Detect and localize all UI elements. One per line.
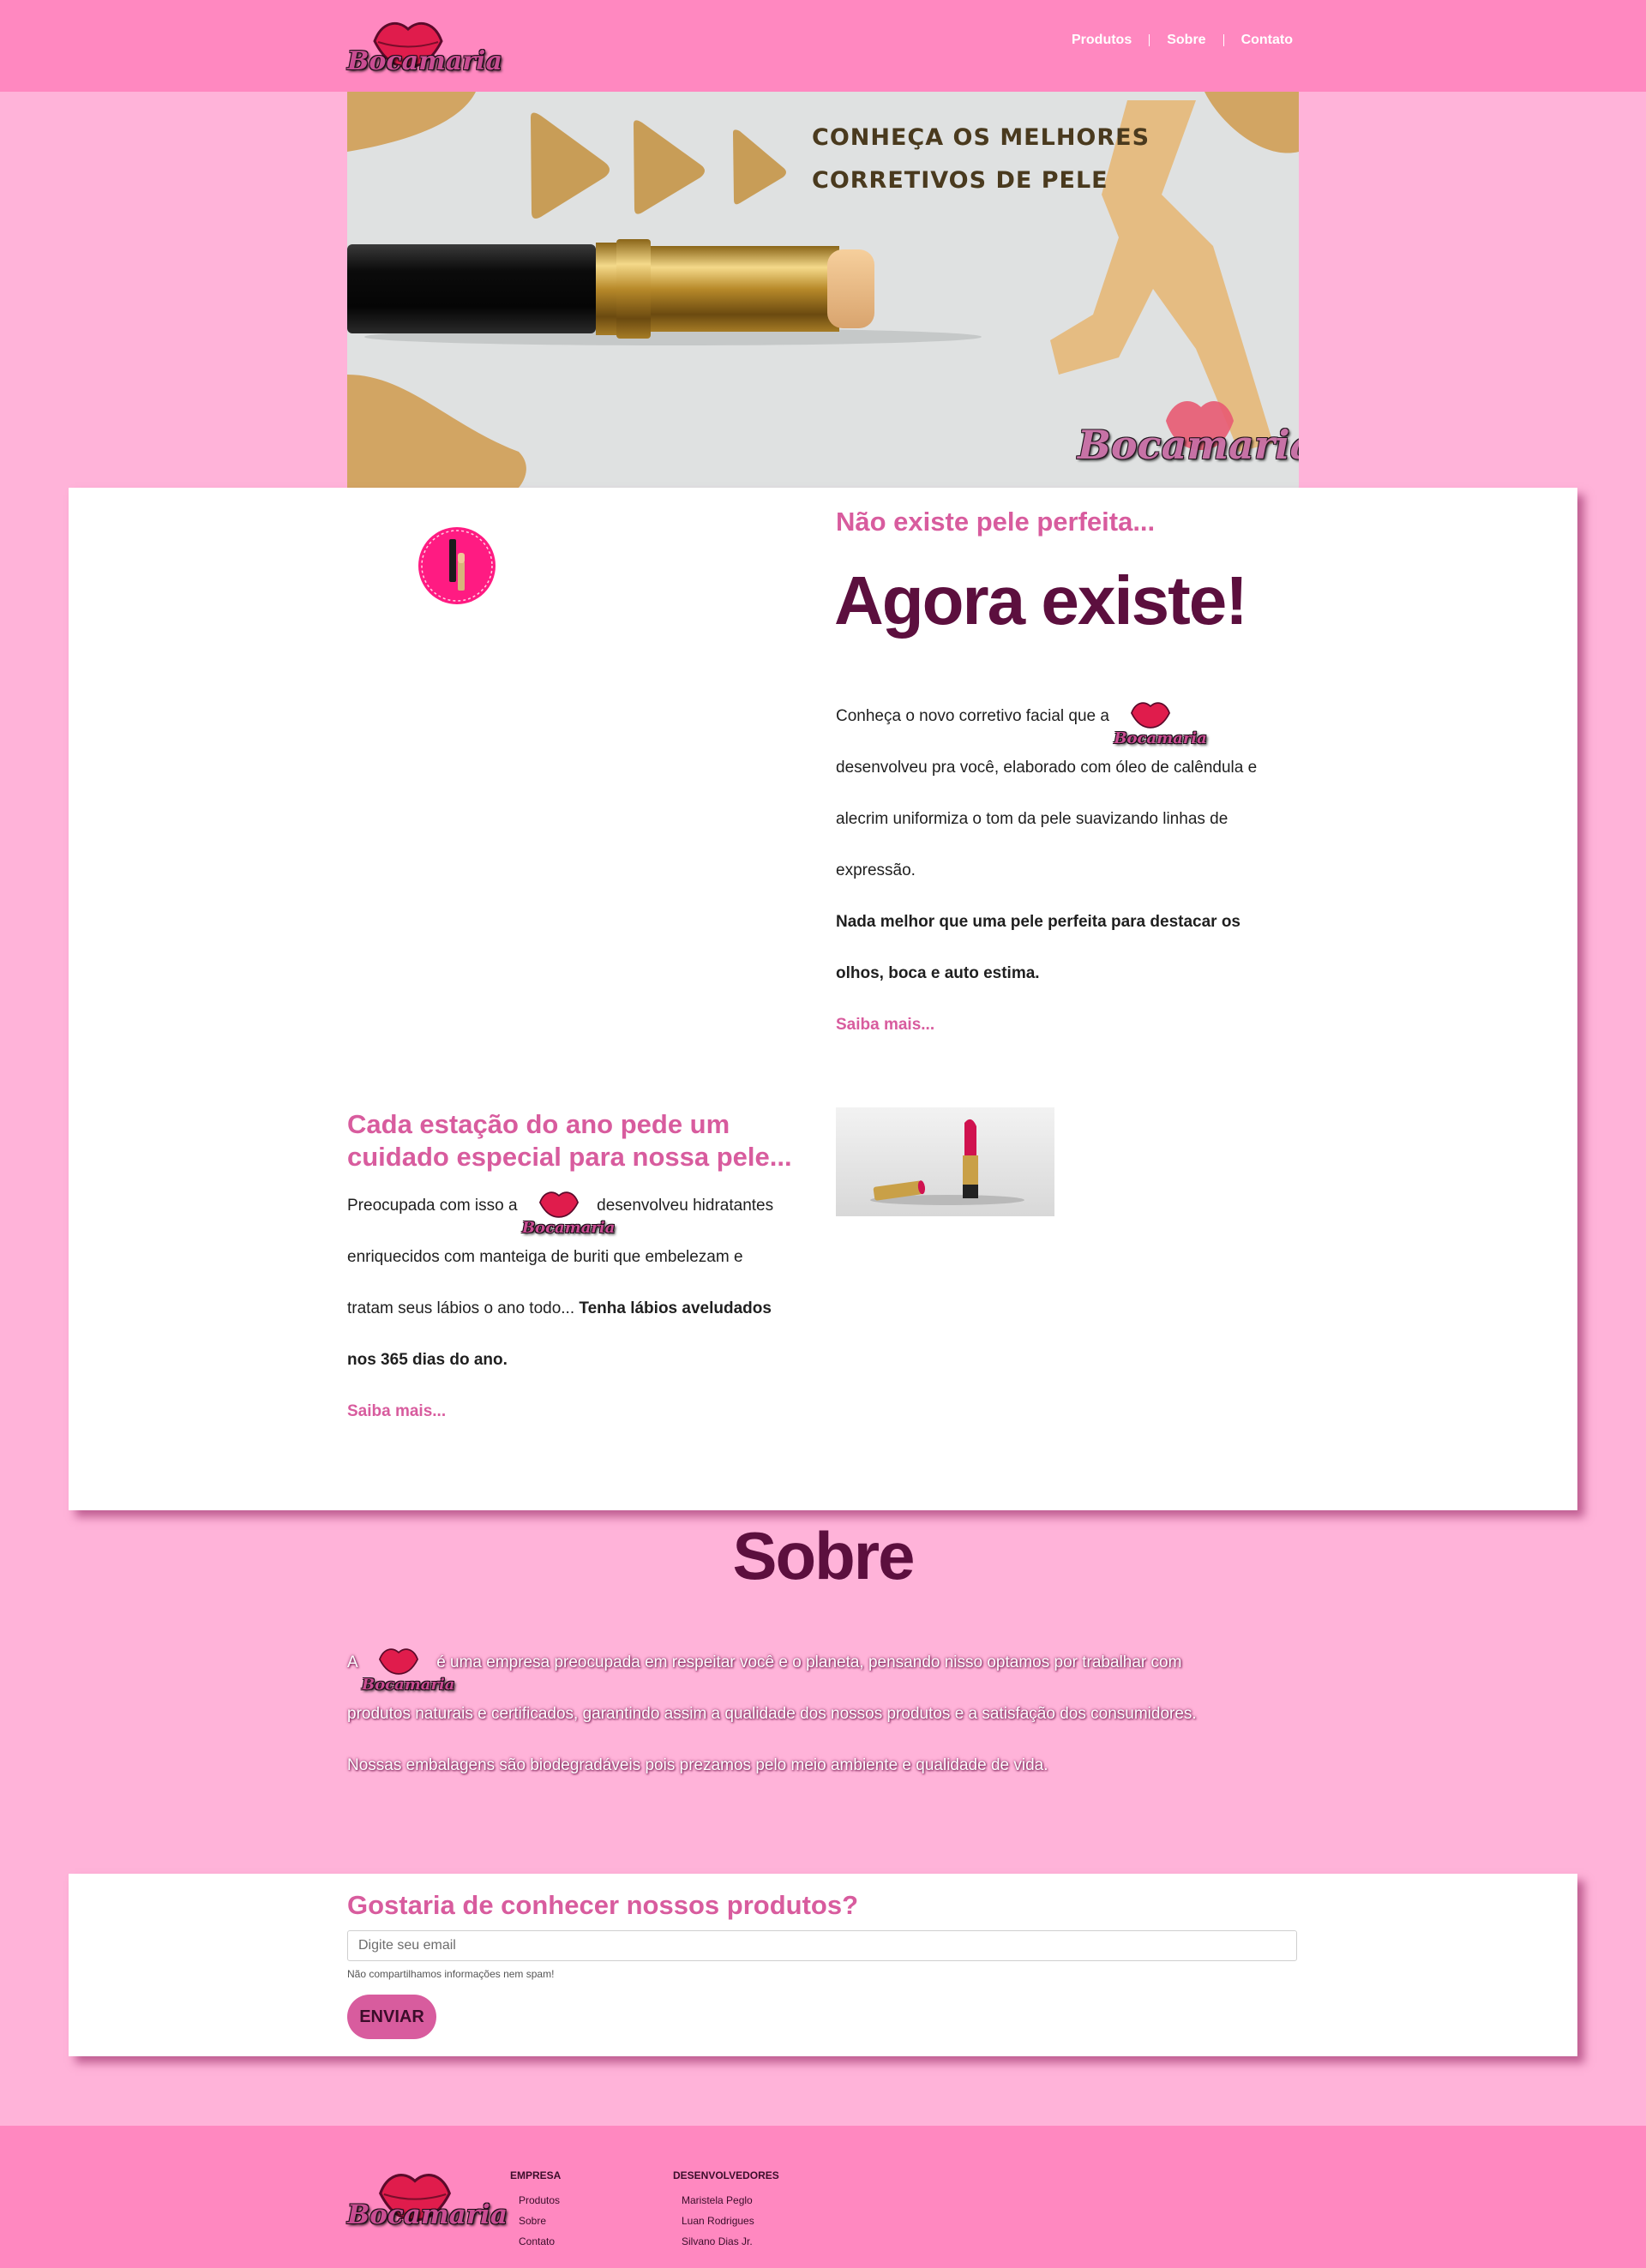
logo[interactable]: Bocamaria (347, 17, 502, 76)
products-card: Não existe pele perfeita... Agora existe… (69, 488, 1577, 1510)
banner-headline-2: CORRETIVOS DE PELE (812, 167, 1108, 194)
footer-dev-3[interactable]: Silvano Dias Jr. (682, 2235, 753, 2247)
intro-line-2: alecrim uniformiza o tom da pele suaviza… (836, 810, 1228, 828)
inline-logo: Bocamaria (522, 1189, 615, 1237)
footer-link-contato[interactable]: Contato (519, 2235, 555, 2247)
send-button[interactable]: ENVIAR (347, 1995, 436, 2039)
main-nav: Produtos Sobre Contato (1054, 33, 1293, 47)
newsletter-title: Gostaria de conhecer nossos produtos? (347, 1890, 859, 1920)
footer-link-sobre[interactable]: Sobre (519, 2215, 546, 2227)
footer-dev-1[interactable]: Maristela Peglo (682, 2194, 753, 2206)
intro-bold-1: Nada melhor que uma pele perfeita para d… (836, 913, 1241, 931)
footer-dev-2[interactable]: Luan Rodrigues (682, 2215, 754, 2227)
footer-logo-text: Bocamaria (347, 2199, 508, 2230)
footer: Bocamaria EMPRESA Produtos Sobre Contato… (0, 2126, 1646, 2268)
lips-more-link[interactable]: Saiba mais... (347, 1386, 810, 1437)
intro-text-lead: Conheça o novo corretivo facial que a (836, 707, 1109, 725)
inline-logo: Bocamaria (1114, 699, 1207, 747)
header: Bocamaria Produtos Sobre Contato (0, 0, 1646, 92)
intro-text: Conheça o novo corretivo facial que a Bo… (836, 691, 1299, 1051)
hero-banner: CONHEÇA OS MELHORES CORRETIVOS DE PELE B… (347, 92, 1299, 488)
inline-logo: Bocamaria (362, 1646, 454, 1694)
lipstick-icon (870, 1119, 1024, 1205)
nav-contato[interactable]: Contato (1222, 33, 1293, 47)
email-input[interactable] (347, 1930, 1297, 1961)
about-line-3: Nossas embalagens são biodegradáveis poi… (347, 1756, 1048, 1774)
about-text: A Bocamaria é uma empresa preocupada em … (347, 1637, 1299, 1791)
footer-link-produtos[interactable]: Produtos (519, 2194, 560, 2206)
intro-title: Agora existe! (834, 562, 1248, 639)
banner-headline-1: CONHEÇA OS MELHORES (812, 124, 1150, 151)
concealer-thumbnail (418, 527, 496, 604)
lips-title: Cada estação do ano pede um cuidado espe… (347, 1109, 792, 1172)
banner-logo-text: Bocamaria (1078, 422, 1299, 468)
intro-more-link[interactable]: Saiba mais... (836, 999, 1299, 1051)
footer-company-title: EMPRESA (510, 2169, 562, 2181)
footer-logo[interactable]: Bocamaria (347, 2169, 508, 2230)
intro-line-1: desenvolveu pra você, elaborado com óleo… (836, 759, 1258, 777)
intro-bold-2: olhos, boca e auto estima. (836, 964, 1040, 982)
about-title: Sobre (732, 1518, 915, 1593)
concealer-icon (421, 530, 493, 602)
logo-text: Bocamaria (347, 46, 502, 76)
nav-produtos[interactable]: Produtos (1054, 33, 1149, 47)
lipstick-image (836, 1107, 1054, 1216)
intro-line-3: expressão. (836, 861, 916, 879)
lips-text: Preocupada com isso a Bocamaria desenvol… (347, 1180, 810, 1437)
lips-line-4: nos 365 dias do ano. (347, 1351, 508, 1369)
nav-sobre[interactable]: Sobre (1149, 33, 1222, 47)
intro-subtitle: Não existe pele perfeita... (836, 507, 1156, 537)
footer-devs-title: DESENVOLVEDORES (673, 2169, 779, 2181)
about-line-2: produtos naturais e certificados, garant… (347, 1705, 1197, 1723)
newsletter-note: Não compartilhamos informações nem spam! (347, 1968, 555, 1980)
